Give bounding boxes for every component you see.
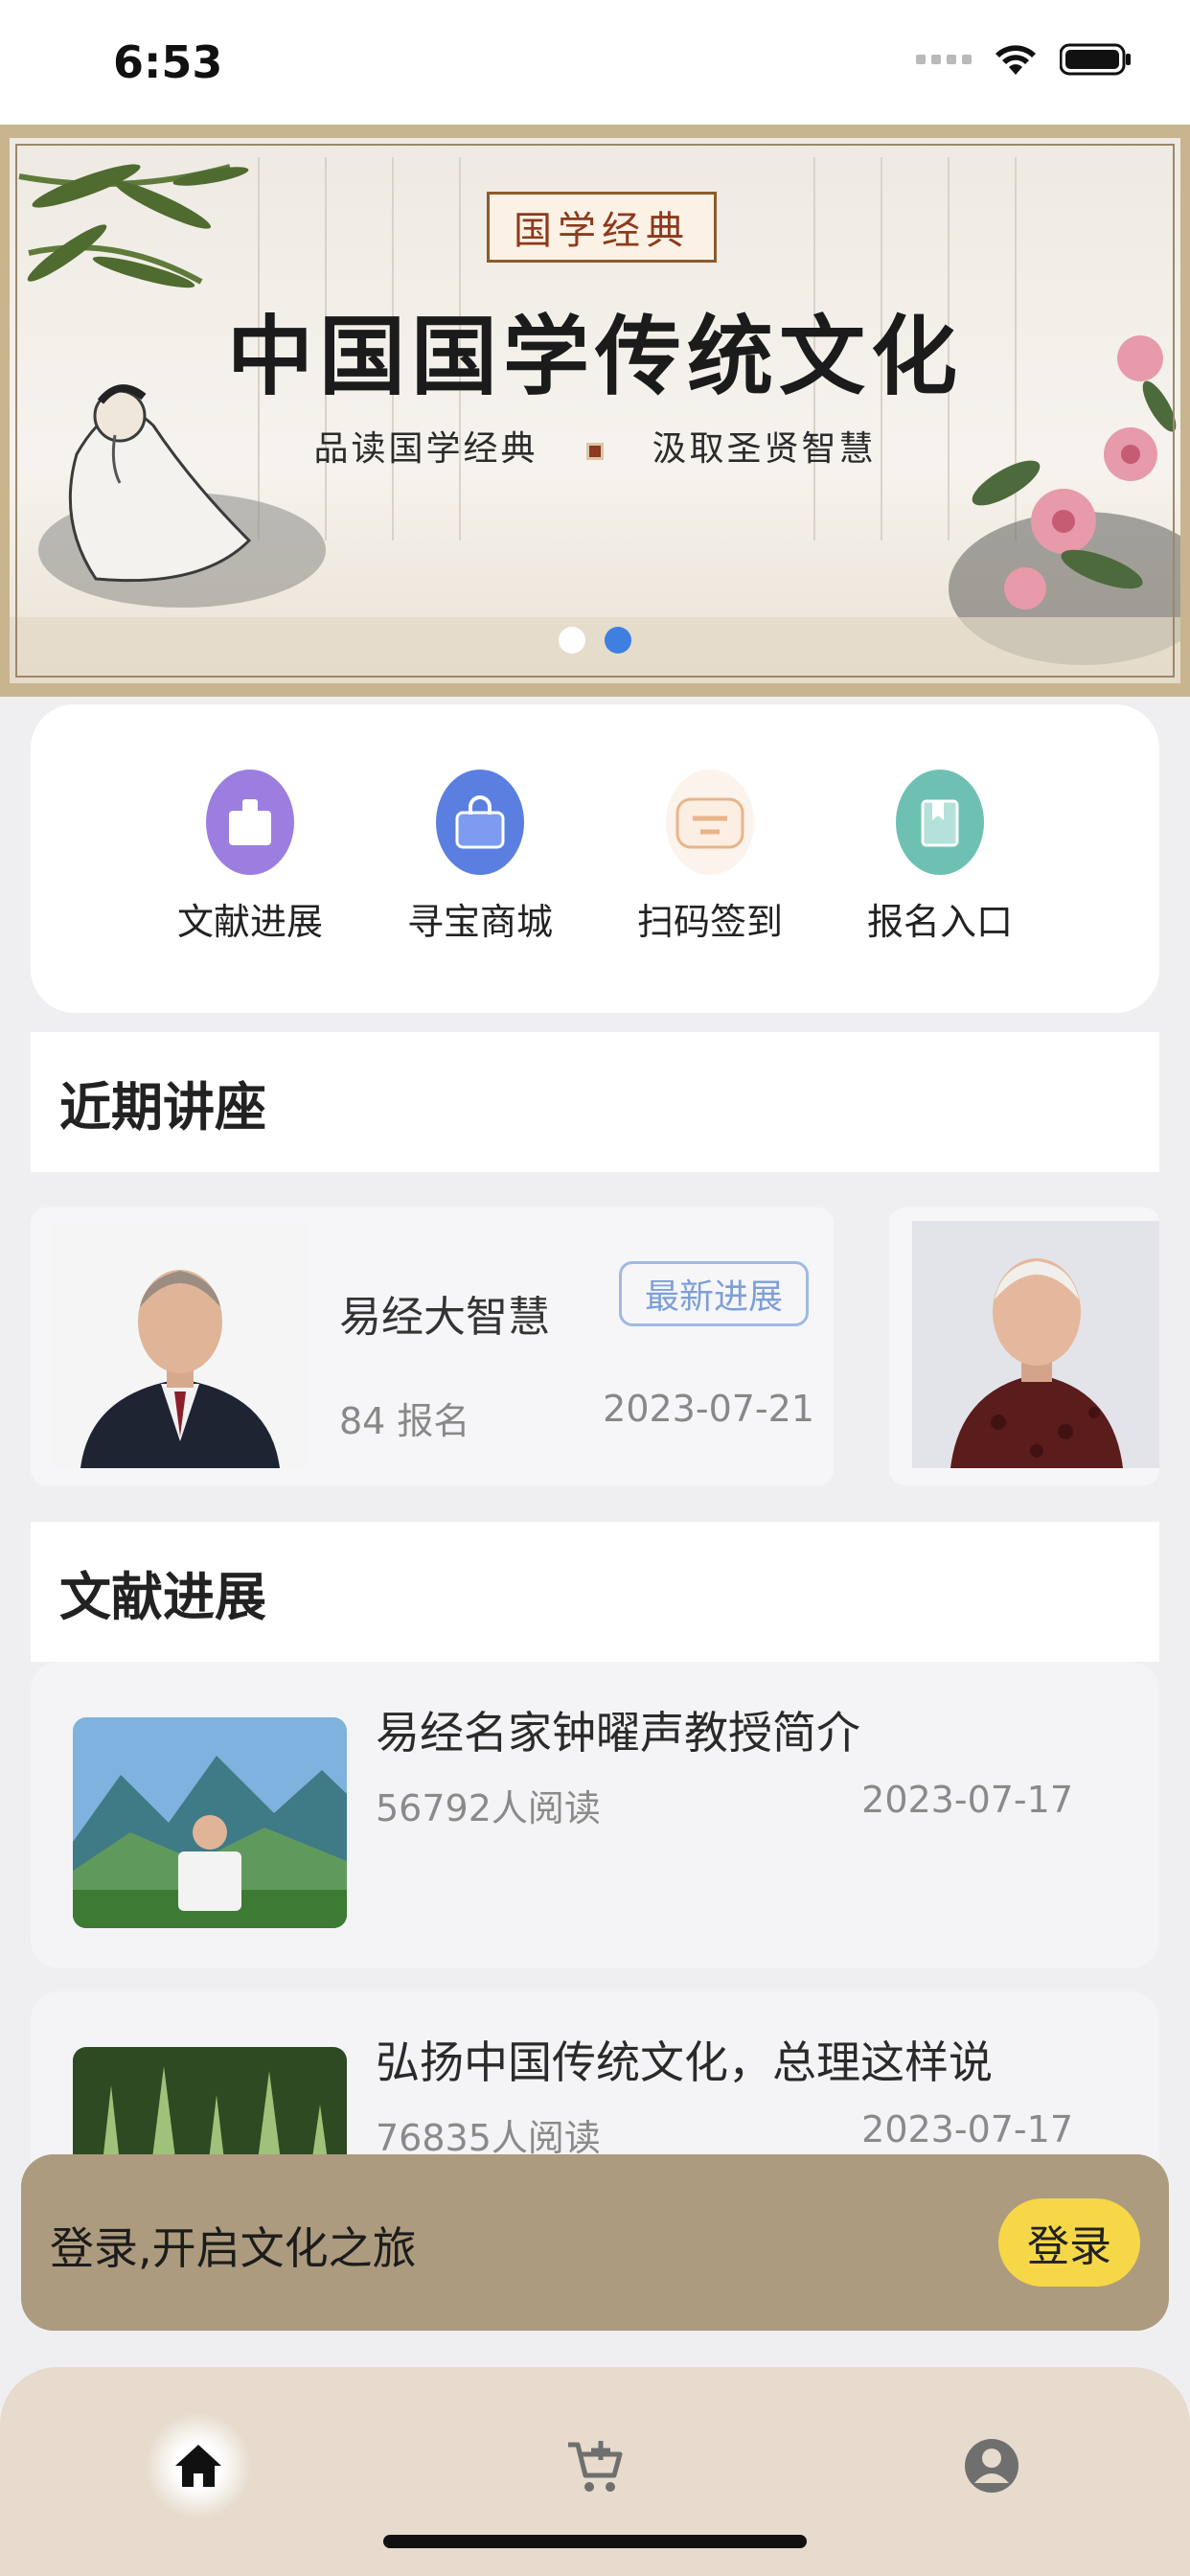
status-icons <box>916 42 1133 77</box>
pagination-dot-active[interactable] <box>605 627 631 654</box>
cart-icon <box>568 2441 623 2492</box>
quick-action-label: 报名入口 <box>866 901 1013 943</box>
section-header-articles: 文献进展 <box>31 1522 1159 1662</box>
lecture-date: 2023-07-21 <box>603 1388 814 1430</box>
lecture-status-badge: 最新进展 <box>619 1261 809 1326</box>
article-date: 2023-07-17 <box>861 2108 1073 2150</box>
article-title: 易经名家钟曜声教授简介 <box>376 1707 860 1759</box>
home-indicator[interactable] <box>383 2535 807 2548</box>
signal-icon <box>916 55 972 64</box>
quick-action-label: 文献进展 <box>176 901 323 943</box>
banner-tag: 国学经典 <box>487 192 717 263</box>
article-read-count: 56792人阅读 <box>376 1787 601 1829</box>
tab-cart[interactable] <box>542 2413 648 2518</box>
article-list-item[interactable]: 易经名家钟曜声教授简介 56792人阅读 2023-07-17 <box>31 1662 1159 1968</box>
quick-action-scan[interactable]: 扫码签到 <box>619 770 801 1013</box>
lecture-title: 易经大智慧 <box>339 1293 550 1342</box>
pagination-dot[interactable] <box>559 627 585 654</box>
banner-subtitle-left: 品读国学经典 <box>313 429 538 469</box>
battery-icon <box>1060 43 1131 76</box>
quick-actions-card: 文献进展 寻宝商城 扫码签到 报名入口 <box>31 704 1159 1013</box>
tab-profile[interactable] <box>939 2413 1044 2518</box>
lecture-speaker-photo <box>912 1221 1159 1468</box>
status-time: 6:53 <box>113 36 223 88</box>
article-title: 弘扬中国传统文化，总理这样说 <box>376 2036 993 2088</box>
article-read-count: 76835人阅读 <box>376 2117 601 2159</box>
home-icon <box>175 2445 221 2487</box>
banner-pagination[interactable] <box>10 627 1180 654</box>
status-bar: 6:53 <box>0 0 1190 125</box>
article-thumbnail <box>73 1717 347 1928</box>
scan-icon <box>666 770 754 875</box>
document-icon <box>206 770 294 875</box>
banner-title: 中国国学传统文化 <box>227 306 963 407</box>
lecture-speaker-photo <box>52 1221 309 1468</box>
banner-subtitle-right: 汲取圣贤智慧 <box>652 429 877 469</box>
banner-subtitle: 品读国学经典 汲取圣贤智慧 <box>10 421 1180 471</box>
book-icon <box>896 770 984 875</box>
article-date: 2023-07-17 <box>861 1779 1073 1821</box>
lecture-card-next[interactable] <box>889 1208 1159 1485</box>
lecture-signup-count: 84 报名 <box>339 1400 470 1442</box>
quick-action-mall[interactable]: 寻宝商城 <box>389 770 571 1013</box>
section-header-lectures: 近期讲座 <box>31 1032 1159 1172</box>
wifi-icon <box>995 45 1036 75</box>
login-button[interactable]: 登录 <box>998 2198 1140 2287</box>
separator-icon <box>586 443 604 460</box>
profile-icon <box>965 2439 1018 2493</box>
lecture-card[interactable]: 易经大智慧 最新进展 84 报名 2023-07-21 <box>31 1208 834 1485</box>
tab-home[interactable] <box>146 2413 251 2518</box>
hero-banner[interactable]: 国学经典 中国国学传统文化 品读国学经典 汲取圣贤智慧 <box>0 125 1190 697</box>
quick-action-literature[interactable]: 文献进展 <box>159 770 341 1013</box>
quick-action-label: 寻宝商城 <box>406 901 553 943</box>
quick-action-label: 扫码签到 <box>636 901 783 943</box>
shopping-bag-icon <box>436 770 524 875</box>
login-prompt-text: 登录,开启文化之旅 <box>50 2222 417 2274</box>
login-prompt-banner: 登录,开启文化之旅 登录 <box>21 2154 1169 2331</box>
quick-action-register[interactable]: 报名入口 <box>849 770 1031 1013</box>
